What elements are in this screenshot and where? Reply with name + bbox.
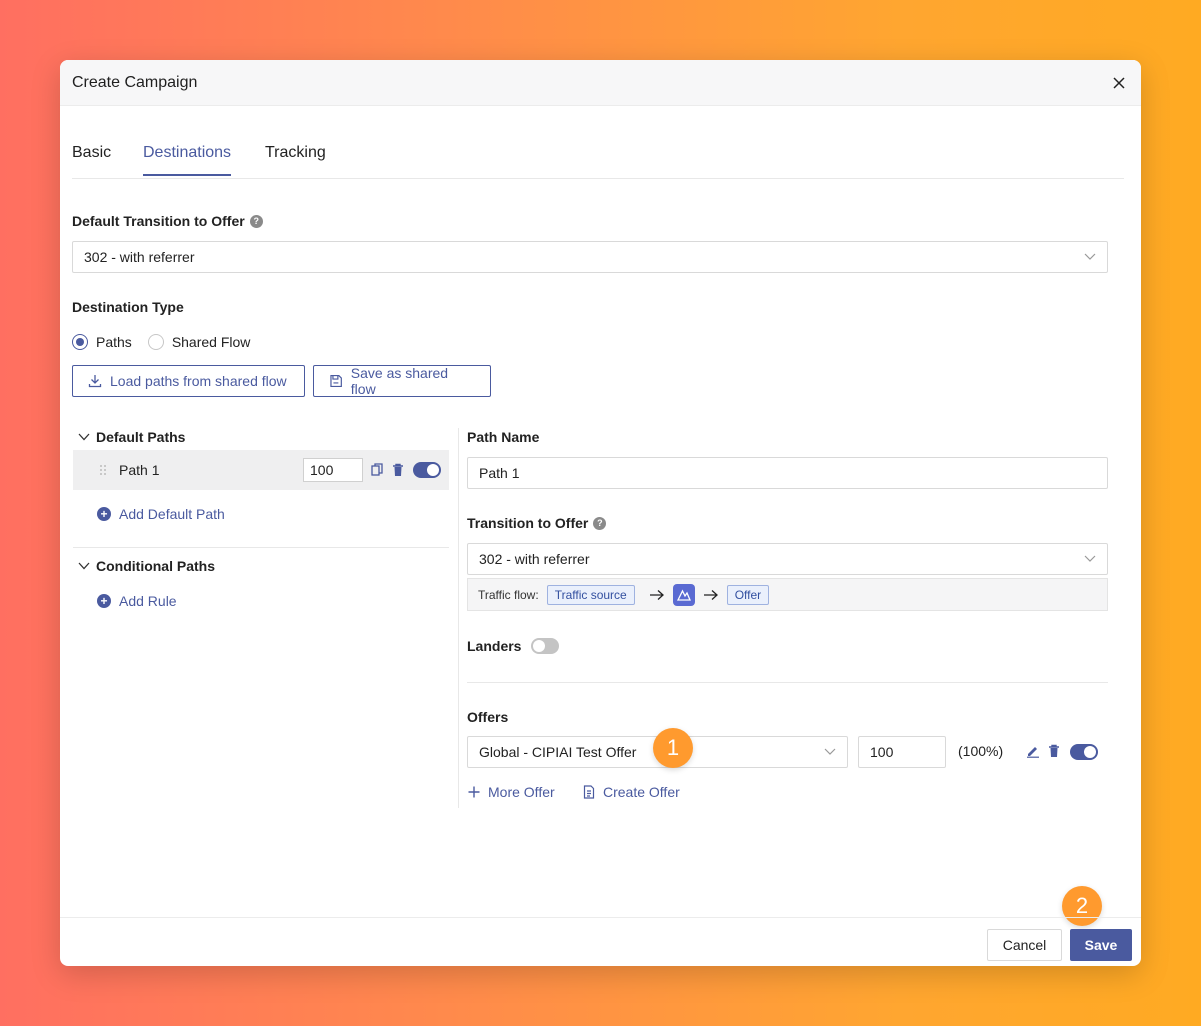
more-offer-label: More Offer	[488, 784, 555, 800]
add-rule-link[interactable]: + Add Rule	[97, 593, 177, 609]
more-offer-link[interactable]: More Offer	[468, 784, 555, 800]
transition-to-offer-value: 302 - with referrer	[479, 551, 590, 567]
trash-icon	[1049, 744, 1059, 757]
cancel-button[interactable]: Cancel	[987, 929, 1062, 961]
offer-weight-input[interactable]: 100	[858, 736, 946, 768]
toggle-knob	[427, 464, 439, 476]
edit-offer-button[interactable]	[1026, 744, 1040, 758]
save-shared-flow-label: Save as shared flow	[350, 365, 449, 397]
traffic-flow-label: Traffic flow:	[478, 587, 539, 602]
traffic-flow-box: Traffic flow: Traffic source Offer	[467, 578, 1108, 611]
add-default-path-link[interactable]: + Add Default Path	[97, 506, 225, 522]
destination-type-label-text: Destination Type	[72, 299, 184, 315]
traffic-source-chip: Traffic source	[546, 584, 635, 605]
radio-shared-flow[interactable]: Shared Flow	[147, 334, 251, 350]
help-icon: ?	[249, 214, 263, 228]
transition-to-offer-select[interactable]: 302 - with referrer	[467, 543, 1108, 575]
plus-circle-icon: +	[97, 594, 111, 608]
document-icon	[583, 785, 595, 799]
arrow-right-icon	[703, 589, 718, 600]
offer-select-value: Global - CIPIAI Test Offer	[479, 744, 637, 760]
step-badge-1: 1	[653, 728, 693, 768]
modal-footer: Cancel Save	[60, 917, 1141, 966]
toggle-knob	[533, 640, 546, 652]
load-paths-label: Load paths from shared flow	[110, 373, 287, 389]
copy-icon	[371, 463, 383, 476]
modal-header: Create Campaign	[60, 60, 1141, 106]
landers-toggle[interactable]	[531, 638, 560, 654]
trash-icon	[393, 463, 403, 476]
close-button[interactable]	[1109, 73, 1129, 93]
default-paths-header[interactable]: Default Paths	[78, 429, 185, 445]
default-transition-label-text: Default Transition to Offer	[72, 213, 245, 229]
plus-icon	[468, 786, 480, 798]
default-transition-label: Default Transition to Offer ?	[72, 213, 263, 229]
arrow-right-icon	[649, 589, 664, 600]
radio-paths-dot[interactable]	[72, 334, 88, 350]
offers-label-text: Offers	[467, 709, 509, 725]
transition-to-offer-label-text: Transition to Offer	[467, 515, 589, 531]
transition-to-offer-label: Transition to Offer ?	[467, 515, 607, 531]
copy-path-button[interactable]	[371, 463, 383, 477]
radio-shared-flow-dot[interactable]	[147, 334, 164, 350]
delete-path-button[interactable]	[392, 463, 404, 477]
path-weight-input[interactable]: 100	[303, 458, 363, 482]
path-row[interactable]: Path 1 100	[73, 450, 449, 490]
chevron-down-icon	[824, 748, 836, 755]
offer-percent: (100%)	[958, 743, 1004, 759]
radio-paths-label: Paths	[96, 334, 132, 350]
radio-shared-flow-label: Shared Flow	[171, 334, 251, 350]
close-icon	[1113, 76, 1125, 89]
chevron-down-icon	[1084, 253, 1096, 260]
right-divider	[467, 682, 1108, 683]
offer-enabled-toggle[interactable]	[1070, 744, 1098, 760]
tracker-logo-icon	[676, 589, 691, 601]
offers-label: Offers	[467, 709, 508, 725]
offer-chip: Offer	[726, 584, 770, 605]
add-rule-label: Add Rule	[119, 593, 177, 609]
panel-divider	[458, 428, 459, 808]
path-name-label-text: Path Name	[467, 429, 540, 445]
create-offer-label: Create Offer	[603, 784, 680, 800]
tab-basic[interactable]: Basic	[72, 144, 111, 174]
default-transition-select[interactable]: 302 - with referrer	[72, 241, 1108, 273]
drag-handle-icon[interactable]	[99, 464, 107, 476]
tracker-logo	[672, 583, 695, 606]
tab-destinations[interactable]: Destinations	[143, 144, 232, 176]
add-default-path-label: Add Default Path	[119, 506, 225, 522]
left-divider	[73, 547, 449, 548]
delete-offer-button[interactable]	[1048, 744, 1060, 758]
destination-type-radio-group: Paths Shared Flow	[72, 334, 250, 350]
chevron-down-icon	[78, 433, 90, 441]
tab-tracking[interactable]: Tracking	[265, 144, 326, 174]
path-enabled-toggle[interactable]	[413, 462, 441, 478]
download-icon	[88, 375, 102, 388]
conditional-paths-title: Conditional Paths	[96, 558, 215, 574]
path-name-input[interactable]: Path 1	[467, 457, 1108, 489]
create-campaign-modal: Create Campaign Basic Destinations Track…	[60, 60, 1141, 966]
chevron-down-icon	[78, 562, 90, 570]
modal-title: Create Campaign	[72, 73, 198, 91]
landers-label-text: Landers	[467, 638, 522, 654]
default-transition-value: 302 - with referrer	[84, 249, 195, 265]
toggle-knob	[1084, 746, 1096, 758]
help-icon: ?	[593, 516, 607, 530]
chevron-down-icon	[1084, 555, 1096, 562]
destination-type-label: Destination Type	[72, 299, 184, 315]
default-paths-title: Default Paths	[96, 429, 186, 445]
create-offer-link[interactable]: Create Offer	[583, 784, 680, 800]
save-button[interactable]: Save	[1070, 929, 1132, 961]
conditional-paths-header[interactable]: Conditional Paths	[78, 558, 215, 574]
path-name: Path 1	[119, 462, 160, 478]
landers-label: Landers	[467, 638, 560, 654]
save-icon	[330, 374, 342, 388]
path-name-label: Path Name	[467, 429, 539, 445]
load-paths-button[interactable]: Load paths from shared flow	[72, 365, 305, 397]
plus-circle-icon: +	[97, 507, 111, 521]
tabs-bar: Basic Destinations Tracking	[72, 134, 1124, 179]
radio-paths[interactable]: Paths	[72, 334, 132, 350]
save-shared-flow-button[interactable]: Save as shared flow	[313, 365, 491, 397]
pencil-icon	[1027, 747, 1039, 758]
